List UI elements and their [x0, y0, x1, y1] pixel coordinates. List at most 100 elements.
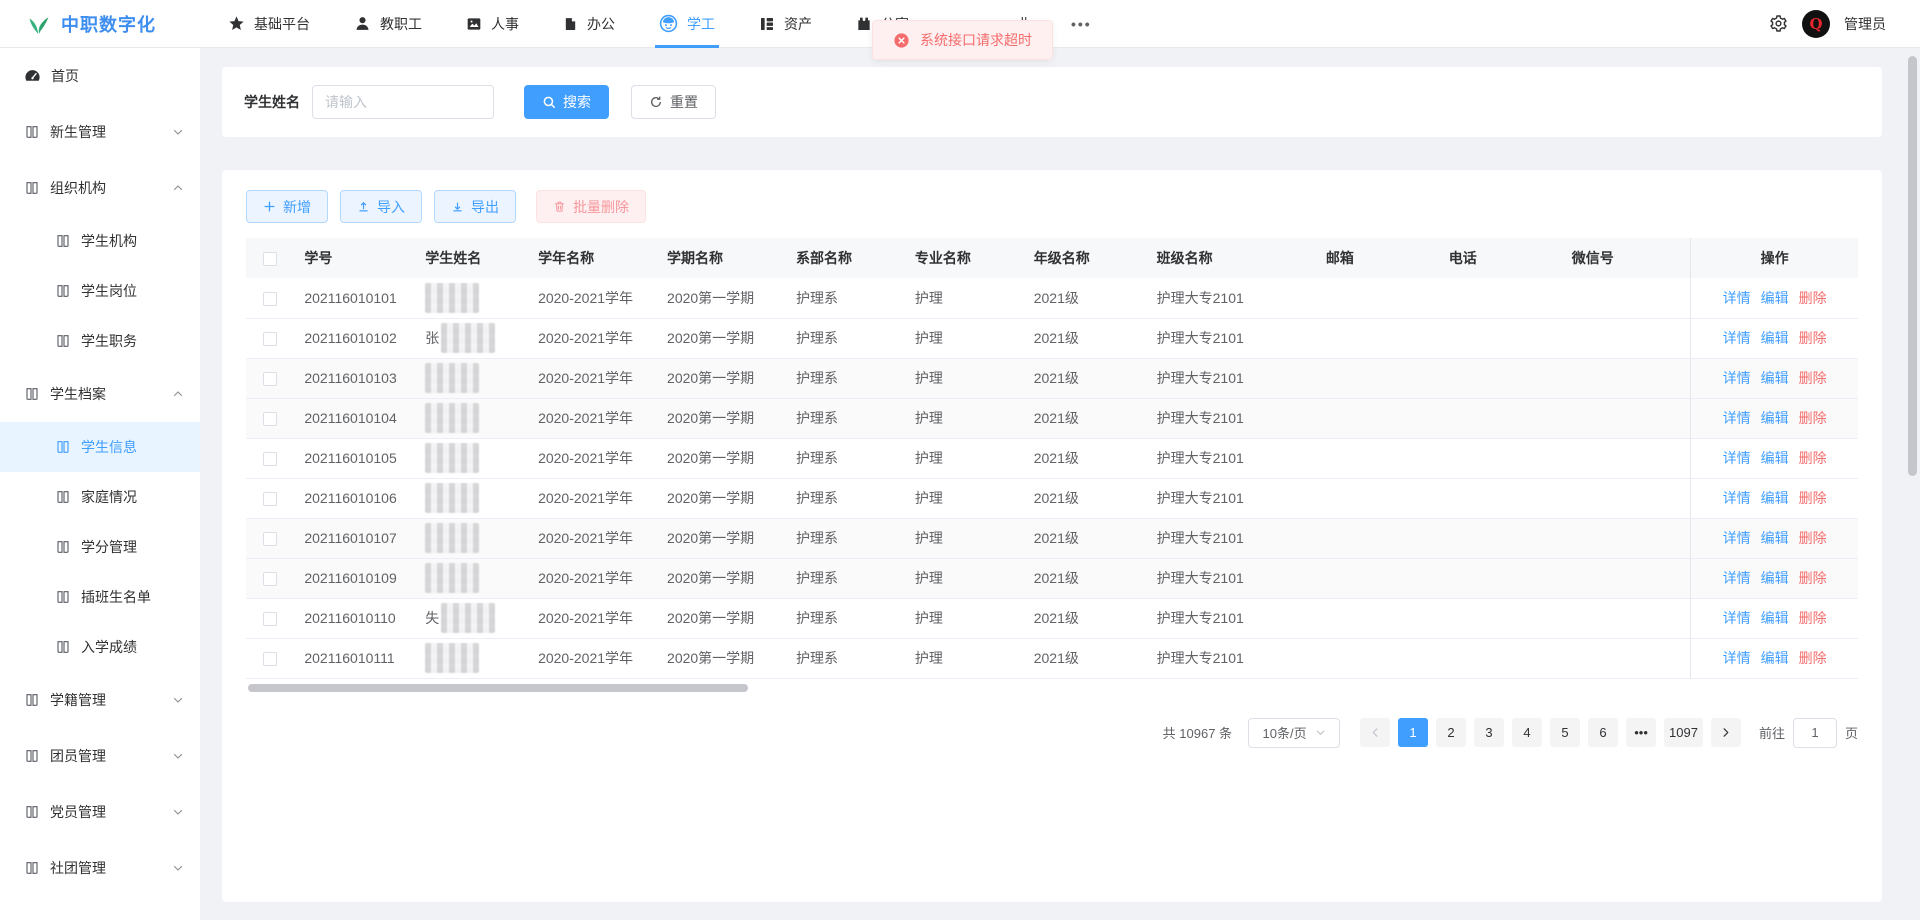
page-button-3[interactable]: 3: [1474, 718, 1505, 747]
row-checkbox[interactable]: [263, 291, 278, 306]
book-icon: [24, 124, 40, 140]
edit-link[interactable]: 编辑: [1761, 330, 1789, 346]
app-logo[interactable]: 中职数字化: [0, 11, 200, 37]
edit-link[interactable]: 编辑: [1761, 530, 1789, 546]
edit-link[interactable]: 编辑: [1761, 570, 1789, 586]
delete-link[interactable]: 删除: [1799, 490, 1827, 506]
delete-link[interactable]: 删除: [1799, 370, 1827, 386]
row-checkbox[interactable]: [263, 572, 278, 587]
delete-link[interactable]: 删除: [1799, 290, 1827, 306]
detail-link[interactable]: 详情: [1723, 410, 1751, 426]
detail-link[interactable]: 详情: [1723, 450, 1751, 466]
row-checkbox[interactable]: [263, 412, 278, 427]
sidebar-item-partial-16[interactable]: [0, 906, 200, 920]
sidebar-item-学生信息[interactable]: 学生信息: [0, 422, 200, 472]
sidebar-item-学生档案[interactable]: 学生档案: [0, 366, 200, 422]
row-checkbox[interactable]: [263, 612, 278, 627]
delete-link[interactable]: 删除: [1799, 450, 1827, 466]
detail-link[interactable]: 详情: [1723, 330, 1751, 346]
nav-item-zichan[interactable]: 资产: [759, 0, 812, 48]
sidebar-item-学籍管理[interactable]: 学籍管理: [0, 672, 200, 728]
edit-link[interactable]: 编辑: [1761, 450, 1789, 466]
detail-link[interactable]: 详情: [1723, 370, 1751, 386]
sidebar-item-社团管理[interactable]: 社团管理: [0, 840, 200, 896]
row-checkbox[interactable]: [263, 372, 278, 387]
sidebar-item-新生管理[interactable]: 新生管理: [0, 104, 200, 160]
delete-link[interactable]: 删除: [1799, 410, 1827, 426]
row-checkbox[interactable]: [263, 532, 278, 547]
edit-link[interactable]: 编辑: [1761, 610, 1789, 626]
sidebar-item-插班生名单[interactable]: 插班生名单: [0, 572, 200, 622]
page-size-select[interactable]: 10条/页: [1248, 717, 1341, 748]
cell-student-name: 失: [415, 598, 529, 639]
sidebar-item-首页[interactable]: 首页: [0, 48, 200, 104]
page-ellipsis-button[interactable]: •••: [1626, 718, 1657, 747]
page-button-5[interactable]: 5: [1550, 718, 1581, 747]
cell-student-name: [415, 398, 529, 439]
nav-item-jichupingtai[interactable]: 基础平台: [228, 0, 310, 48]
sidebar-item-家庭情况[interactable]: 家庭情况: [0, 472, 200, 522]
batch-delete-button[interactable]: 批量删除: [536, 190, 646, 223]
delete-link[interactable]: 删除: [1799, 570, 1827, 586]
edit-link[interactable]: 编辑: [1761, 490, 1789, 506]
detail-link[interactable]: 详情: [1723, 290, 1751, 306]
row-checkbox[interactable]: [263, 492, 278, 507]
delete-link[interactable]: 删除: [1799, 330, 1827, 346]
sidebar-item-学生职务[interactable]: 学生职务: [0, 316, 200, 366]
page-button-2[interactable]: 2: [1436, 718, 1467, 747]
prev-page-button[interactable]: [1360, 718, 1391, 747]
username[interactable]: 管理员: [1844, 14, 1886, 34]
select-all-checkbox[interactable]: [263, 252, 278, 267]
sidebar-item-label: 学分管理: [81, 539, 137, 555]
search-button[interactable]: 搜索: [524, 85, 609, 119]
cell-phone: [1438, 478, 1562, 519]
row-checkbox[interactable]: [263, 332, 278, 347]
next-page-button[interactable]: [1710, 718, 1741, 747]
student-name-input[interactable]: [312, 85, 494, 119]
page-button-6[interactable]: 6: [1588, 718, 1619, 747]
nav-overflow-button[interactable]: •••: [1071, 16, 1092, 32]
detail-link[interactable]: 详情: [1723, 530, 1751, 546]
gear-icon[interactable]: [1769, 14, 1788, 33]
page-button-4[interactable]: 4: [1512, 718, 1543, 747]
goto-page-input[interactable]: [1792, 717, 1837, 748]
edit-link[interactable]: 编辑: [1761, 290, 1789, 306]
detail-link[interactable]: 详情: [1723, 610, 1751, 626]
detail-link[interactable]: 详情: [1723, 490, 1751, 506]
nav-item-jiaozhigong[interactable]: 教职工: [354, 0, 422, 48]
sidebar-item-入学成绩[interactable]: 入学成绩: [0, 622, 200, 672]
sidebar-item-组织机构[interactable]: 组织机构: [0, 160, 200, 216]
edit-link[interactable]: 编辑: [1761, 410, 1789, 426]
cell-grade: 2021级: [1023, 638, 1147, 679]
add-button[interactable]: 新增: [246, 190, 328, 223]
sidebar-item-学分管理[interactable]: 学分管理: [0, 522, 200, 572]
edit-link[interactable]: 编辑: [1761, 370, 1789, 386]
nav-item-label: 教职工: [380, 15, 422, 32]
avatar[interactable]: Q: [1802, 9, 1830, 38]
nav-item-xuegong[interactable]: 学工: [655, 0, 719, 48]
detail-link[interactable]: 详情: [1723, 650, 1751, 666]
row-checkbox[interactable]: [263, 652, 278, 667]
delete-link[interactable]: 删除: [1799, 610, 1827, 626]
reset-button[interactable]: 重置: [631, 85, 716, 119]
page-button-1097[interactable]: 1097: [1664, 718, 1703, 747]
sidebar-item-党员管理[interactable]: 党员管理: [0, 784, 200, 840]
export-button[interactable]: 导出: [434, 190, 516, 223]
vertical-scrollbar-thumb[interactable]: [1908, 56, 1917, 476]
nav-item-bangong[interactable]: 办公: [563, 0, 615, 48]
row-checkbox[interactable]: [263, 452, 278, 467]
redacted-name: [441, 603, 496, 633]
import-button[interactable]: 导入: [340, 190, 422, 223]
goto-page: 前往 页: [1759, 717, 1858, 748]
sidebar-item-学生岗位[interactable]: 学生岗位: [0, 266, 200, 316]
nav-item-renshi[interactable]: 人事: [466, 0, 519, 48]
page-button-1[interactable]: 1: [1398, 718, 1429, 747]
edit-link[interactable]: 编辑: [1761, 650, 1789, 666]
delete-link[interactable]: 删除: [1799, 650, 1827, 666]
horizontal-scrollbar-thumb[interactable]: [248, 683, 748, 692]
sidebar-item-学生机构[interactable]: 学生机构: [0, 216, 200, 266]
search-panel: 学生姓名 搜索 重置: [222, 67, 1882, 137]
detail-link[interactable]: 详情: [1723, 570, 1751, 586]
delete-link[interactable]: 删除: [1799, 530, 1827, 546]
sidebar-item-团员管理[interactable]: 团员管理: [0, 728, 200, 784]
